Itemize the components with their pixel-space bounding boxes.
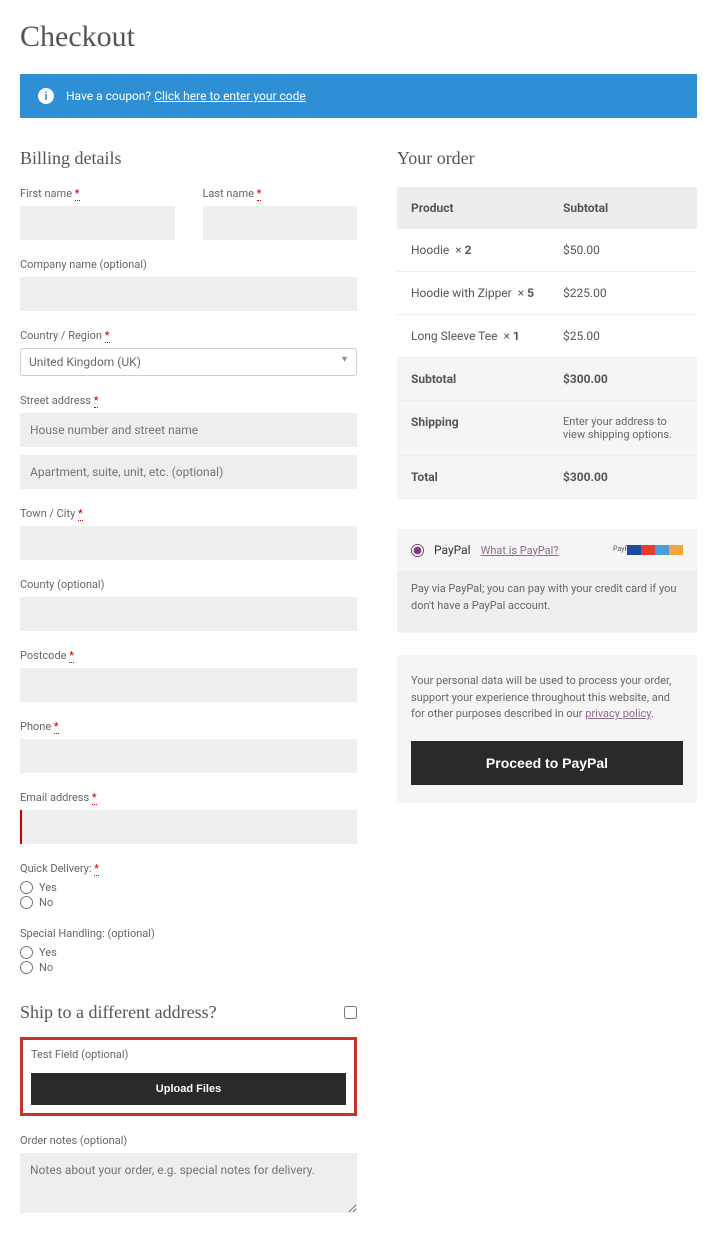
- th-subtotal: Subtotal: [563, 201, 683, 215]
- street-label: Street address *: [20, 394, 357, 407]
- paypal-what-link[interactable]: What is PayPal?: [481, 544, 559, 557]
- order-notes-label: Order notes (optional): [20, 1134, 357, 1147]
- special-handling-no[interactable]: No: [20, 961, 357, 974]
- phone-label: Phone *: [20, 720, 357, 733]
- ship-heading: Ship to a different address?: [20, 1002, 217, 1023]
- county-input[interactable]: [20, 597, 357, 631]
- amex-icon: [655, 545, 669, 555]
- page-title: Checkout: [20, 20, 697, 54]
- coupon-prompt: Have a coupon?: [66, 89, 151, 103]
- test-field-highlight: Test Field (optional) Upload Files: [20, 1037, 357, 1116]
- company-input[interactable]: [20, 277, 357, 311]
- mastercard-icon: [641, 545, 655, 555]
- coupon-notice: i Have a coupon? Click here to enter you…: [20, 74, 697, 118]
- table-row: Hoodie × 2 $50.00: [397, 229, 697, 272]
- subtotal-row: Subtotal $300.00: [397, 358, 697, 401]
- quick-delivery-label: Quick Delivery: *: [20, 862, 357, 875]
- order-notes-textarea[interactable]: [20, 1153, 357, 1213]
- country-select[interactable]: United Kingdom (UK): [20, 348, 357, 376]
- paypal-description: Pay via PayPal; you can pay with your cr…: [397, 571, 697, 632]
- order-table: Product Subtotal Hoodie × 2 $50.00 Hoodi…: [397, 187, 697, 499]
- postcode-input[interactable]: [20, 668, 357, 702]
- company-label: Company name (optional): [20, 258, 357, 271]
- order-heading: Your order: [397, 148, 697, 169]
- ship-different-checkbox[interactable]: [344, 1006, 357, 1019]
- town-input[interactable]: [20, 526, 357, 560]
- th-product: Product: [411, 201, 563, 215]
- paypal-radio[interactable]: [411, 544, 424, 557]
- street-input-1[interactable]: [20, 413, 357, 447]
- card-icons: PayPal: [613, 545, 683, 555]
- postcode-label: Postcode *: [20, 649, 357, 662]
- visa-icon: [627, 545, 641, 555]
- last-name-input[interactable]: [203, 206, 358, 240]
- quick-delivery-no[interactable]: No: [20, 896, 357, 909]
- last-name-label: Last name *: [203, 187, 358, 200]
- phone-input[interactable]: [20, 739, 357, 773]
- first-name-label: First name *: [20, 187, 175, 200]
- privacy-policy-link[interactable]: privacy policy: [585, 707, 651, 720]
- county-label: County (optional): [20, 578, 357, 591]
- test-field-label: Test Field (optional): [31, 1048, 346, 1061]
- proceed-button[interactable]: Proceed to PayPal: [411, 741, 683, 785]
- payment-box: PayPal What is PayPal? PayPal Pay via Pa…: [397, 529, 697, 633]
- special-handling-yes[interactable]: Yes: [20, 946, 357, 959]
- table-row: Long Sleeve Tee × 1 $25.00: [397, 315, 697, 358]
- info-icon: i: [38, 88, 54, 104]
- paypal-label: PayPal: [434, 543, 471, 557]
- discover-icon: [669, 545, 683, 555]
- special-handling-label: Special Handling: (optional): [20, 927, 357, 940]
- shipping-row: Shipping Enter your address to view ship…: [397, 401, 697, 456]
- quick-delivery-yes[interactable]: Yes: [20, 881, 357, 894]
- first-name-input[interactable]: [20, 206, 175, 240]
- total-row: Total $300.00: [397, 456, 697, 499]
- email-label: Email address *: [20, 791, 357, 804]
- table-row: Hoodie with Zipper × 5 $225.00: [397, 272, 697, 315]
- country-label: Country / Region *: [20, 329, 357, 342]
- privacy-note: Your personal data will be used to proce…: [397, 655, 697, 803]
- upload-files-button[interactable]: Upload Files: [31, 1073, 346, 1105]
- street-input-2[interactable]: [20, 455, 357, 489]
- coupon-link[interactable]: Click here to enter your code: [154, 89, 306, 103]
- town-label: Town / City *: [20, 507, 357, 520]
- email-input[interactable]: [20, 810, 357, 844]
- billing-heading: Billing details: [20, 148, 357, 169]
